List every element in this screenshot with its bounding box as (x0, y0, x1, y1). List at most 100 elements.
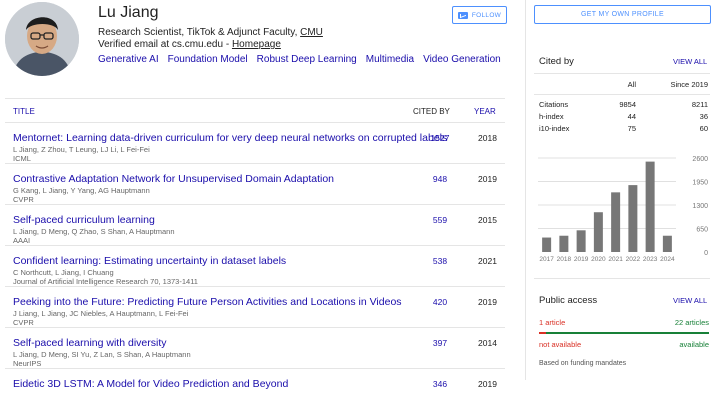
public-access-bar-unavailable (539, 332, 546, 334)
citation-count-link[interactable]: 346 (425, 379, 455, 389)
get-my-own-profile-button[interactable]: GET MY OWN PROFILE (534, 5, 711, 24)
publication-title-link[interactable]: Self-paced learning with diversity (13, 337, 167, 349)
table-top-divider (5, 98, 505, 99)
stat-since: 8211 (691, 100, 708, 109)
bar-2018[interactable] (559, 235, 569, 252)
citations-per-year-chart: 0 650 1300 1950 2600 2017 2018 2019 2020 2021 2022… (538, 156, 708, 263)
mail-icon (457, 11, 468, 19)
x-tick-label: 2018 (557, 256, 572, 263)
bar-2017[interactable] (542, 237, 552, 252)
publication-year: 2018 (478, 133, 497, 143)
available-count[interactable]: 22 articles (650, 318, 709, 327)
table-row: Eidetic 3D LSTM: A Model for Video Predi… (5, 368, 505, 409)
cited-by-heading: Cited by (539, 56, 574, 67)
bar-2023[interactable] (645, 161, 655, 252)
publication-title-link[interactable]: Confident learning: Estimating uncertain… (13, 255, 286, 267)
profile-photo (5, 2, 79, 76)
publication-year: 2014 (478, 338, 497, 348)
publication-year: 2019 (478, 174, 497, 184)
table-row: Peeking into the Future: Predicting Futu… (5, 286, 505, 327)
publication-venue: ICML (13, 154, 31, 163)
stat-all: 75 (627, 124, 636, 133)
affiliation-text: Research Scientist, TikTok & Adjunct Fac… (98, 27, 301, 38)
table-row: Self-paced learning with diversity L Jia… (5, 327, 505, 368)
x-tick-label: 2023 (643, 256, 658, 263)
public-access-heading: Public access (539, 295, 598, 306)
sort-by-title[interactable]: TITLE (13, 107, 35, 116)
x-tick-label: 2024 (660, 256, 675, 263)
public-access-view-all-link[interactable]: VIEW ALL (673, 296, 707, 305)
table-row: Confident learning: Estimating uncertain… (5, 245, 505, 286)
stats-row-citations: Citations 9854 8211 (539, 100, 709, 112)
stat-label: i10-index (539, 124, 570, 133)
cited-by-view-all-link[interactable]: VIEW ALL (673, 57, 707, 66)
bar-2020[interactable] (593, 212, 603, 252)
publication-venue: AAAI (13, 236, 31, 245)
stats-col-since: Since 2019 (670, 80, 708, 89)
publication-venue: CVPR (13, 318, 34, 327)
not-available-count[interactable]: 1 article (539, 318, 565, 327)
publication-title-link[interactable]: Peeking into the Future: Predicting Futu… (13, 296, 402, 308)
interest-link[interactable]: Multimedia (366, 54, 414, 65)
citation-count-link[interactable]: 948 (425, 174, 455, 184)
stats-row-i10-index: i10-index 75 60 (539, 124, 709, 136)
table-row: Self-paced curriculum learning L Jiang, … (5, 204, 505, 245)
bar-2022[interactable] (628, 185, 638, 252)
x-tick-label: 2022 (626, 256, 641, 263)
citation-count-link[interactable]: 538 (425, 256, 455, 266)
publication-title-link[interactable]: Contrastive Adaptation Network for Unsup… (13, 173, 334, 185)
cited-by-column-header: CITED BY (413, 107, 450, 116)
bar-2019[interactable] (576, 230, 586, 252)
x-tick-label: 2020 (591, 256, 606, 263)
available-label: available (679, 340, 709, 349)
sort-by-year[interactable]: YEAR (474, 107, 496, 116)
publication-authors: G Kang, L Jiang, Y Yang, AG Hauptmann (13, 186, 150, 195)
publication-list: Mentornet: Learning data-driven curricul… (5, 122, 505, 409)
publication-title-link[interactable]: Self-paced curriculum learning (13, 214, 155, 226)
profile-name: Lu Jiang (98, 4, 159, 21)
y-tick-label: 1950 (692, 180, 708, 187)
stats-row-h-index: h-index 44 36 (539, 112, 709, 124)
public-access-footnote: Based on funding mandates (539, 360, 627, 367)
citation-count-link[interactable]: 397 (425, 338, 455, 348)
publication-venue: Journal of Artificial Intelligence Resea… (13, 277, 198, 286)
follow-label: FOLLOW (471, 11, 502, 19)
follow-button[interactable]: FOLLOW (452, 6, 507, 24)
publication-authors: C Northcutt, L Jiang, I Chuang (13, 268, 114, 277)
stats-col-all: All (627, 80, 636, 89)
citation-count-link[interactable]: 1527 (425, 133, 455, 143)
x-tick-label: 2017 (539, 256, 554, 263)
interest-link[interactable]: Generative AI (98, 54, 159, 65)
interest-link[interactable]: Robust Deep Learning (257, 54, 357, 65)
x-tick-label: 2021 (608, 256, 623, 263)
publication-venue: NeurIPS (13, 359, 42, 368)
stat-all: 44 (627, 112, 636, 121)
stat-all: 9854 (619, 100, 636, 109)
bar-2024[interactable] (662, 235, 672, 252)
not-available-label: not available (539, 340, 582, 349)
divider (534, 278, 710, 279)
affiliation-link[interactable]: CMU (300, 27, 323, 38)
y-tick-label: 2600 (692, 156, 708, 163)
citation-count-link[interactable]: 559 (425, 215, 455, 225)
stat-label: Citations (539, 100, 569, 109)
publication-title-link[interactable]: Mentornet: Learning data-driven curricul… (13, 132, 447, 144)
homepage-link[interactable]: Homepage (232, 39, 281, 50)
y-tick-label: 0 (704, 250, 708, 257)
publication-authors: L Jiang, D Meng, Q Zhao, S Shan, A Haupt… (13, 227, 175, 236)
publication-year: 2015 (478, 215, 497, 225)
publication-authors: L Jiang, Z Zhou, T Leung, LJ Li, L Fei-F… (13, 145, 150, 154)
publication-authors: J Liang, L Jiang, JC Niebles, A Hauptman… (13, 309, 189, 318)
divider (534, 94, 710, 95)
table-row: Mentornet: Learning data-driven curricul… (5, 122, 505, 163)
interest-link[interactable]: Foundation Model (168, 54, 248, 65)
public-access-bar (539, 332, 709, 334)
publication-year: 2021 (478, 256, 497, 266)
profile-email: Verified email at cs.cmu.edu - Homepage (98, 39, 281, 50)
citation-count-link[interactable]: 420 (425, 297, 455, 307)
column-divider (525, 0, 526, 380)
bar-2021[interactable] (611, 192, 621, 252)
y-tick-label: 1300 (692, 203, 708, 210)
stat-since: 60 (699, 124, 708, 133)
interest-link[interactable]: Video Generation (423, 54, 501, 65)
